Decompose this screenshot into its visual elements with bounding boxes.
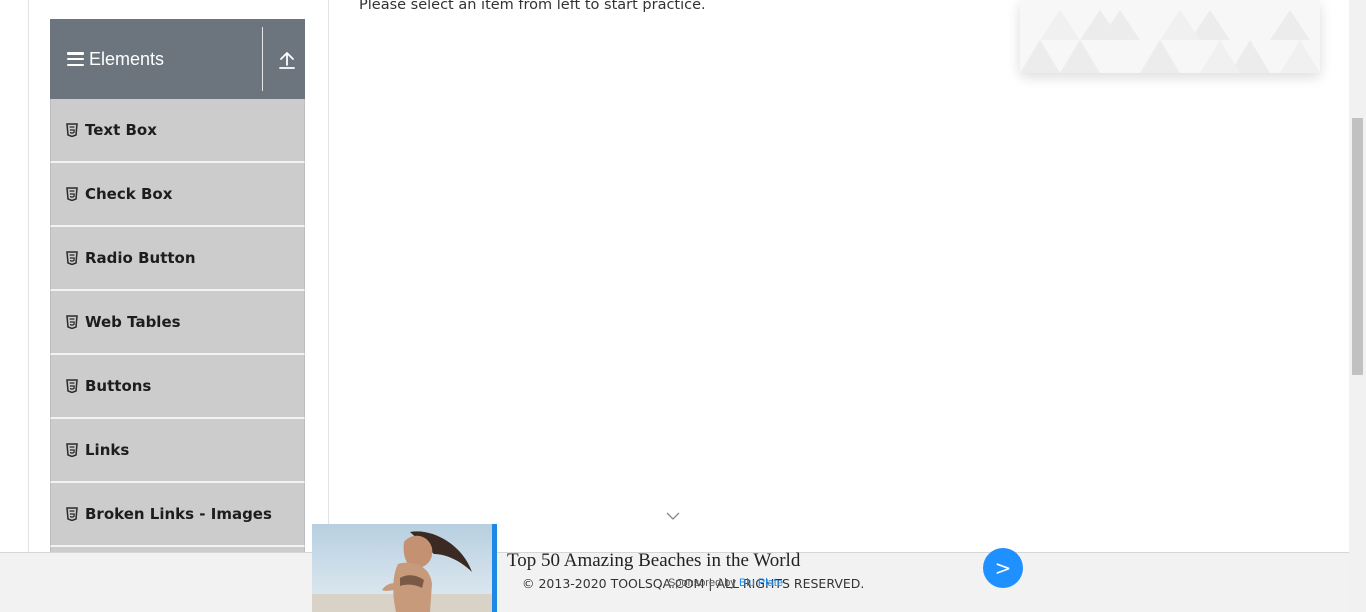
sidebar-item-label: Links: [85, 441, 130, 459]
sidebar-item-check-box[interactable]: Check Box: [50, 163, 305, 227]
sidebar-item-label: Broken Links - Images: [85, 505, 272, 523]
hamburger-icon: [67, 52, 84, 66]
sidebar-item-radio-button[interactable]: Radio Button: [50, 227, 305, 291]
header-divider: [262, 27, 263, 91]
page: Elements Text Box Check Box Radio Button…: [0, 0, 1366, 612]
sidebar-item-links[interactable]: Links: [50, 419, 305, 483]
upload-arrow-icon[interactable]: [276, 49, 298, 71]
ad-next-button[interactable]: >: [983, 548, 1023, 588]
banner-pattern: [1020, 0, 1320, 73]
sidebar-item-label: Check Box: [85, 185, 173, 203]
sidebar-item-buttons[interactable]: Buttons: [50, 355, 305, 419]
ad-sponsor-line: Sponsored by Blu Plate: [668, 577, 783, 589]
scrollbar-thumb[interactable]: [1352, 118, 1363, 375]
sidebar-item-text-box[interactable]: Text Box: [50, 99, 305, 163]
sidebar-item-web-tables[interactable]: Web Tables: [50, 291, 305, 355]
sponsored-ad[interactable]: Top 50 Amazing Beaches in the World Spon…: [312, 524, 1032, 612]
sidebar-divider: [328, 0, 329, 552]
html5-icon: [66, 251, 78, 265]
sidebar-item-label: Buttons: [85, 377, 152, 395]
sidebar-item-broken-links[interactable]: Broken Links - Images: [50, 483, 305, 547]
group-header-elements[interactable]: Elements: [50, 19, 305, 99]
group-title: Elements: [89, 48, 165, 69]
html5-icon: [66, 507, 78, 521]
intro-text: Please select an item from left to start…: [359, 0, 706, 13]
ad-sponsored-prefix: Sponsored by: [668, 577, 739, 589]
html5-icon: [66, 187, 78, 201]
advertisement-banner[interactable]: [1020, 0, 1320, 73]
ad-image[interactable]: [312, 524, 492, 612]
html5-icon: [66, 379, 78, 393]
ad-accent-bar: [492, 524, 497, 612]
sidebar-item-label: Radio Button: [85, 249, 196, 267]
html5-icon: [66, 315, 78, 329]
chevron-down-icon[interactable]: [665, 511, 681, 521]
sidebar-accordion: Elements Text Box Check Box Radio Button…: [50, 19, 305, 553]
vertical-scrollbar[interactable]: [1349, 0, 1366, 612]
ad-sponsor-name[interactable]: Blu Plate: [739, 577, 783, 589]
ad-title[interactable]: Top 50 Amazing Beaches in the World: [507, 550, 800, 572]
sidebar-item-label: Text Box: [85, 121, 157, 139]
html5-icon: [66, 123, 78, 137]
sidebar-item-label: Web Tables: [85, 313, 181, 331]
html5-icon: [66, 443, 78, 457]
left-divider: [28, 0, 29, 552]
